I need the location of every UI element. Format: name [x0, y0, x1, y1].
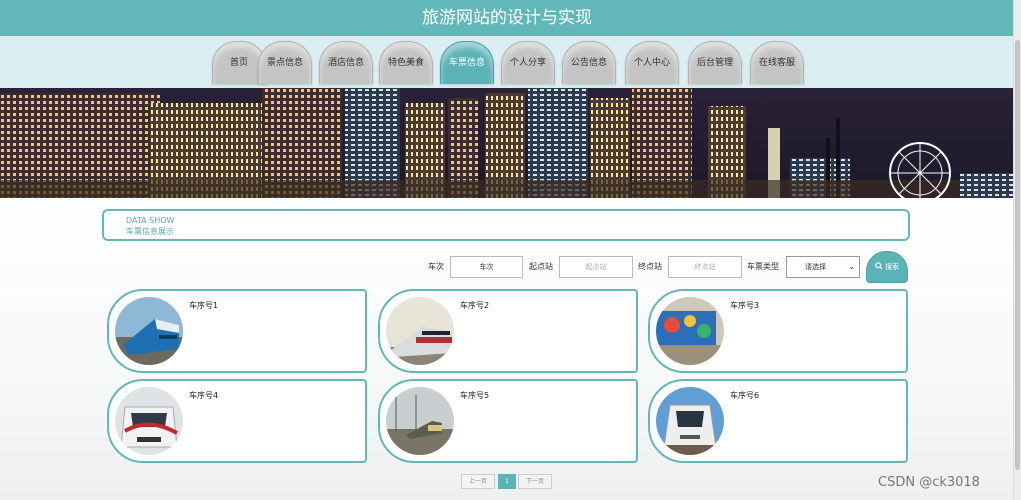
nav-tab-admin[interactable]: 后台管理	[688, 41, 742, 84]
end-station-input[interactable]	[668, 256, 742, 278]
end-station-label: 终点站	[638, 262, 662, 271]
train-photo-1	[115, 297, 183, 365]
banner-image	[0, 88, 1014, 198]
search-button[interactable]: 搜索	[866, 251, 908, 283]
nav-tab-tickets[interactable]: 车票信息	[440, 41, 494, 84]
ticket-card-label: 车序号3	[730, 301, 760, 310]
search-button-label: 搜索	[885, 263, 900, 271]
ticket-card-1[interactable]: 车序号1	[107, 289, 367, 373]
prev-page-button[interactable]: 上一页	[461, 474, 495, 489]
next-page-button[interactable]: 下一页	[518, 474, 552, 489]
ticket-card-label: 车序号4	[189, 391, 219, 400]
ticket-type-select[interactable]: 请选择 ⌄	[786, 256, 860, 278]
nav-tab-profile[interactable]: 个人中心	[625, 41, 679, 84]
start-station-input[interactable]	[559, 256, 633, 278]
nav-tab-support[interactable]: 在线客服	[750, 41, 804, 84]
ticket-type-selected: 请选择	[805, 263, 826, 271]
train-no-input[interactable]	[450, 256, 523, 278]
nav-tab-attractions[interactable]: 景点信息	[258, 41, 312, 84]
search-icon	[875, 262, 885, 271]
train-photo-5	[386, 387, 454, 455]
nav-tab-announcements[interactable]: 公告信息	[562, 41, 616, 84]
ticket-card-5[interactable]: 车序号5	[378, 379, 638, 463]
watermark: CSDN @ck3018	[878, 475, 980, 490]
site-title: 旅游网站的设计与实现	[0, 0, 1014, 36]
nav-tab-hotels[interactable]: 酒店信息	[319, 41, 373, 84]
ticket-card-label: 车序号2	[460, 301, 490, 310]
ticket-type-label: 车票类型	[747, 262, 779, 271]
train-photo-4	[115, 387, 183, 455]
ticket-card-2[interactable]: 车序号2	[378, 289, 638, 373]
current-page[interactable]: 1	[498, 474, 516, 489]
train-photo-6	[656, 387, 724, 455]
page-scrollbar[interactable]	[1013, 0, 1021, 500]
nav-tab-food[interactable]: 特色美食	[379, 41, 433, 84]
section-header: DATA SHOW 车票信息展示	[102, 209, 910, 241]
ticket-card-6[interactable]: 车序号6	[648, 379, 908, 463]
nav-tab-sharing[interactable]: 个人分享	[501, 41, 555, 84]
ticket-card-label: 车序号5	[460, 391, 490, 400]
chevron-down-icon: ⌄	[848, 262, 855, 271]
section-title-cn: 车票信息展示	[126, 227, 174, 236]
ticket-card-3[interactable]: 车序号3	[648, 289, 908, 373]
ticket-card-label: 车序号6	[730, 391, 760, 400]
train-photo-2	[386, 297, 454, 365]
train-no-label: 车次	[428, 262, 444, 271]
start-station-label: 起点站	[529, 262, 553, 271]
main-nav: 首页 景点信息 酒店信息 特色美食 车票信息 个人分享 公告信息 个人中心 后台…	[0, 36, 1014, 88]
train-photo-3	[656, 297, 724, 365]
ticket-card-4[interactable]: 车序号4	[107, 379, 367, 463]
ticket-card-label: 车序号1	[189, 301, 219, 310]
section-title-en: DATA SHOW	[126, 216, 175, 225]
scrollbar-thumb[interactable]	[1015, 40, 1020, 470]
